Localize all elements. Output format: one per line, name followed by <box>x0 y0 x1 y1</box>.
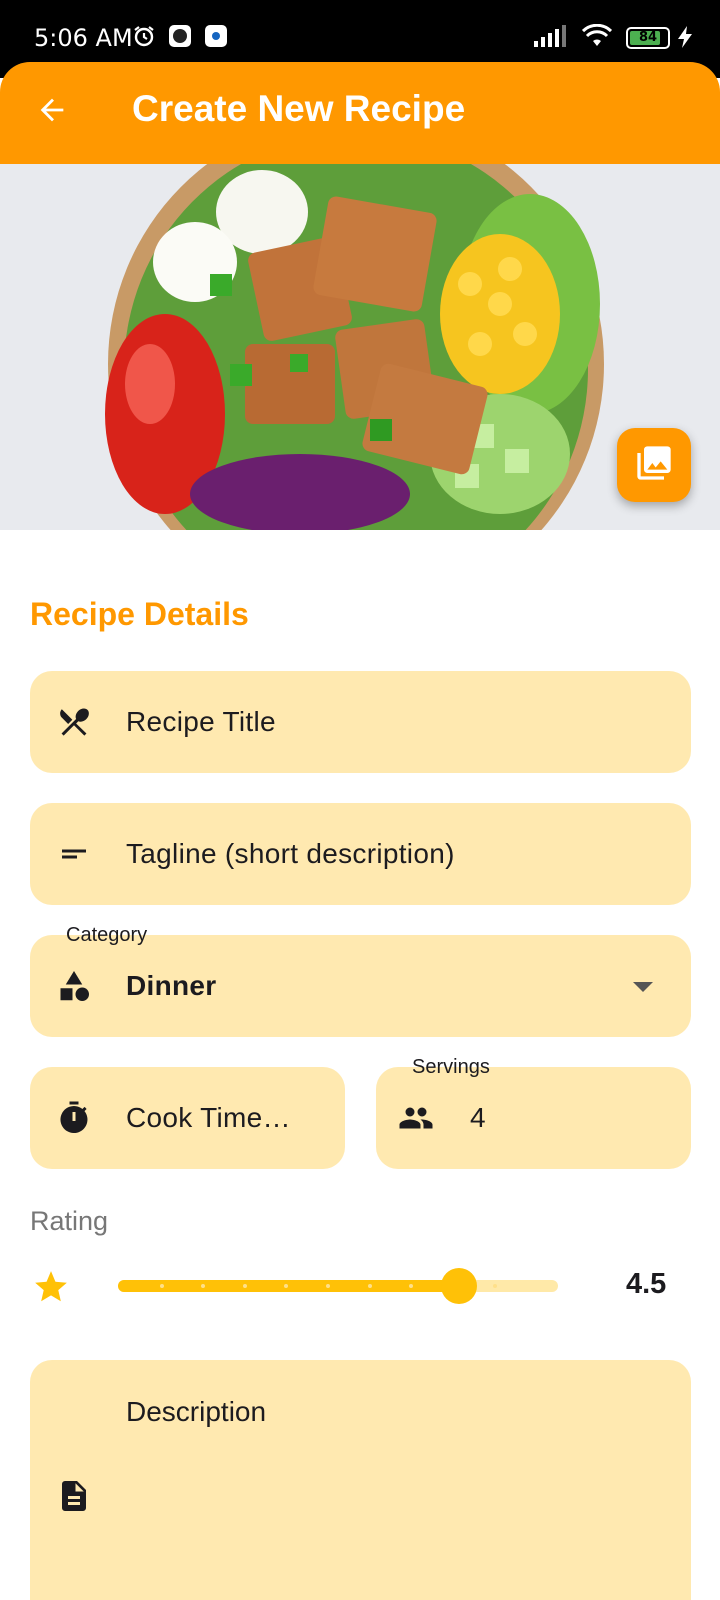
servings-value: 4 <box>470 1102 486 1133</box>
change-image-button[interactable] <box>617 428 691 502</box>
rating-label: Rating <box>30 1206 109 1236</box>
category-icon <box>56 968 92 1004</box>
cook-time-placeholder: Cook Time… <box>126 1102 291 1133</box>
slider-tick <box>201 1284 205 1288</box>
short-text-icon <box>56 836 92 872</box>
slider-active-track <box>118 1280 459 1292</box>
slider-tick <box>284 1284 288 1288</box>
charging-icon <box>678 26 692 52</box>
chevron-down-icon <box>633 979 653 998</box>
app-bar: Create New Recipe <box>0 62 720 164</box>
description-placeholder: Description <box>126 1396 267 1427</box>
battery-level: 84 <box>638 30 658 45</box>
slider-tick <box>243 1284 247 1288</box>
description-icon <box>56 1478 92 1518</box>
category-value: Dinner <box>126 970 217 1001</box>
battery-icon: 84 <box>626 27 670 49</box>
category-dropdown[interactable]: Dinner <box>30 935 691 1037</box>
recipe-image <box>0 164 720 530</box>
slider-tick <box>493 1284 497 1288</box>
image-icon <box>634 443 674 487</box>
wifi-icon <box>581 23 613 52</box>
servings-label: Servings <box>412 1056 490 1078</box>
notification-icons <box>132 24 228 52</box>
slider-tick <box>409 1284 413 1288</box>
category-label: Category <box>66 924 148 946</box>
back-button[interactable] <box>30 90 74 134</box>
rating-slider[interactable] <box>118 1268 558 1304</box>
tagline-placeholder: Tagline (short description) <box>126 838 455 869</box>
timer-icon <box>56 1100 92 1136</box>
app-notification-icon <box>168 24 192 52</box>
cook-time-field[interactable]: Cook Time… <box>30 1067 345 1169</box>
slider-tick <box>326 1284 330 1288</box>
recipe-title-placeholder: Recipe Title <box>126 706 276 737</box>
people-icon <box>398 1100 434 1136</box>
arrow-back-icon <box>35 93 69 131</box>
rating-value: 4.5 <box>626 1268 667 1300</box>
page-title: Create New Recipe <box>132 88 466 129</box>
slider-thumb[interactable] <box>441 1268 477 1304</box>
signal-icon <box>534 25 568 51</box>
restaurant-icon <box>56 704 92 740</box>
section-title: Recipe Details <box>30 596 249 632</box>
tagline-field[interactable]: Tagline (short description) <box>30 803 691 905</box>
slider-tick <box>160 1284 164 1288</box>
recipe-title-field[interactable]: Recipe Title <box>30 671 691 773</box>
description-field[interactable]: Description <box>30 1360 691 1600</box>
alarm-icon <box>132 24 156 52</box>
status-time: 5:06 AM <box>34 24 133 52</box>
servings-field[interactable]: 4 <box>376 1067 691 1169</box>
settings-notification-icon <box>204 24 228 52</box>
slider-tick <box>368 1284 372 1288</box>
system-icons: 84 <box>534 23 670 52</box>
star-icon <box>32 1268 70 1310</box>
